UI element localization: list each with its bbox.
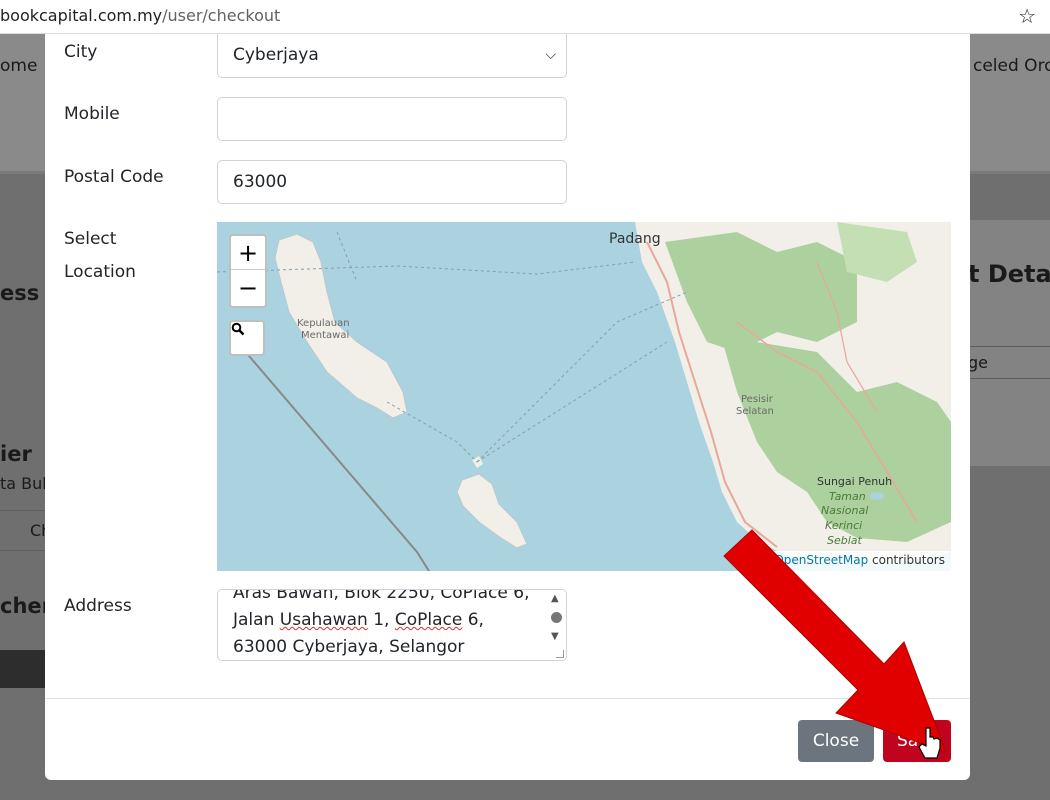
map-label-seblat: Seblat [827,534,862,547]
map-label-kerinci: Kerinci [825,519,863,532]
zoom-out-button[interactable]: − [231,271,265,305]
address-line-3: 63000 Cyberjaya, Selangor [233,637,465,657]
modal-footer: Close Save [45,698,970,780]
background-divider [968,378,1050,379]
attribution-prefix: © [758,553,771,567]
address-label: Address [64,596,132,616]
background-label-right: ge [968,353,988,372]
postal-code-label: Postal Code [64,167,164,187]
address-textarea[interactable]: Aras Bawah, Blok 2250, CoPlace 6, Jalan … [217,589,567,661]
url-text[interactable]: bookcapital.com.my/user/checkout [0,6,280,25]
background-heading-courier: ier [0,442,32,466]
map-label-nasional: Nasional [821,504,869,517]
chevron-down-icon: ⌵ [545,47,556,63]
background-nav-home: ome [0,56,38,76]
bookmark-star-icon[interactable]: ☆ [1018,4,1036,28]
address-line-2: Jalan Usahawan 1, CoPlace 6, [233,610,484,630]
select-location-label: Select [64,229,117,249]
shipping-address-modal: City Cyberjaya ⌵ Mobile Postal Code 6300… [45,34,970,780]
background-right-panel [968,220,1050,466]
background-label-courier: ta Buk [0,474,52,493]
city-select-value: Cyberjaya [233,45,319,65]
city-select[interactable]: Cyberjaya ⌵ [217,34,567,78]
openstreetmap-link[interactable]: OpenStreetMap [774,553,868,567]
address-text: Aras Bawah, Blok 2250, CoPlace 6, Jalan … [233,589,533,660]
url-path: /user/checkout [162,6,281,25]
background-divider [0,510,48,511]
postal-code-input[interactable]: 63000 [217,160,567,204]
map-label-mentawai: Mentawai [301,330,350,341]
map-search-button[interactable] [229,320,265,356]
select-location-label-2: Location [64,262,136,282]
scroll-thumb[interactable] [551,612,562,623]
map-label-taman: Taman [829,490,866,503]
city-label: City [64,42,98,62]
background-nav-cancelled-orders: celed Orc [973,56,1050,76]
background-divider [0,550,48,551]
scroll-up-icon[interactable]: ▲ [551,593,559,604]
attribution-suffix: contributors [872,553,945,567]
zoom-in-button[interactable]: + [231,236,265,270]
background-divider [968,346,1050,347]
map-zoom-control: + − [229,234,267,308]
close-button[interactable]: Close [798,720,874,762]
mobile-label: Mobile [64,104,120,124]
misspelled-word: Usahawan [279,610,368,630]
url-host: bookcapital.com.my [0,6,163,25]
location-map[interactable]: + − Padang Kepulauan Mentawai Pesisir Se… [217,222,951,571]
map-label-selatan: Selatan [736,406,774,417]
mobile-input[interactable] [217,97,567,141]
scroll-down-icon[interactable]: ▼ [551,631,559,642]
background-dark-bar [0,650,48,688]
map-label-padang: Padang [609,231,661,247]
misspelled-word: CoPlace [394,610,463,630]
map-label-sungai-penuh: Sungai Penuh [817,475,893,488]
magnifier-icon [231,322,245,336]
map-label-kepulauan: Kepulauan [297,318,350,329]
resize-handle-icon[interactable] [556,650,564,658]
address-scrollbar[interactable]: ▲ ▼ [549,593,563,655]
map-label-pesisir: Pesisir [741,394,773,405]
map-attribution: © OpenStreetMap contributors [752,551,951,571]
save-button[interactable]: Save [883,720,951,762]
background-heading-details: t Deta [968,260,1050,288]
browser-address-bar[interactable]: bookcapital.com.my/user/checkout ☆ [0,0,1050,34]
address-line-1: Aras Bawah, Blok 2250, CoPlace 6, [233,589,530,603]
